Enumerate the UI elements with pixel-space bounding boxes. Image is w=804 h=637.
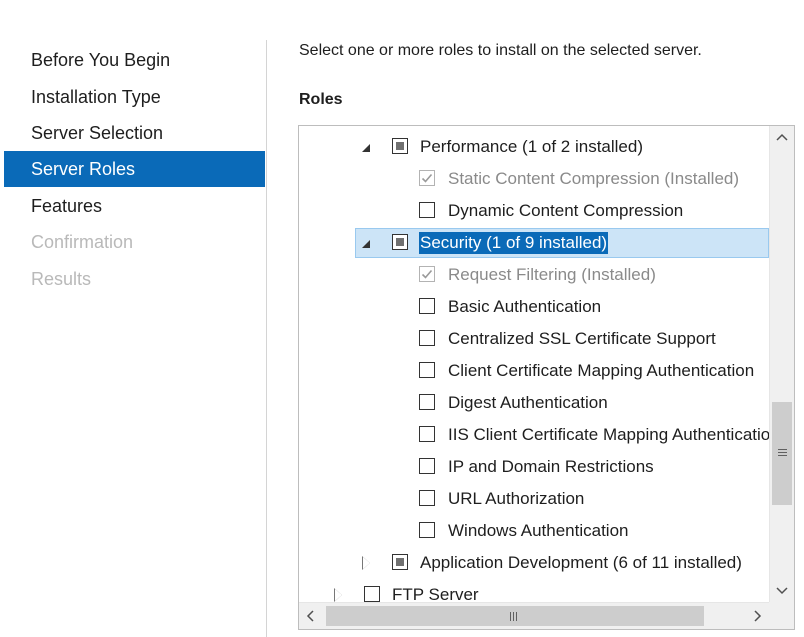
checkbox-ip-domain-restrictions[interactable] — [419, 458, 435, 474]
checkbox-client-certificate-mapping[interactable] — [419, 362, 435, 378]
tree-row-label: URL Authorization — [448, 489, 585, 508]
checkbox-windows-authentication[interactable] — [419, 522, 435, 538]
checkbox-dynamic-content-compression[interactable] — [419, 202, 435, 218]
grip-line — [778, 455, 787, 456]
tree-row-label: Centralized SSL Certificate Support — [448, 329, 716, 348]
wizard-navigation: Before You Begin Installation Type Serve… — [0, 0, 266, 637]
tree-row-label: Basic Authentication — [448, 297, 602, 316]
horizontal-scroll-thumb[interactable] — [326, 606, 704, 626]
tree-row-digest-authentication[interactable]: Digest Authentication — [299, 387, 769, 419]
expand-arrow-inner — [363, 557, 370, 569]
tree-row-centralized-ssl[interactable]: Centralized SSL Certificate Support — [299, 323, 769, 355]
roles-heading: Roles — [299, 91, 343, 108]
tree-row-label: IP and Domain Restrictions — [448, 457, 654, 476]
expand-arrow-inner — [335, 589, 342, 601]
tree-row-label: Performance (1 of 2 installed) — [420, 137, 643, 156]
roles-tree-viewport: Performance (1 of 2 installed) Static Co… — [299, 126, 769, 602]
tree-row-label: Client Certificate Mapping Authenticatio… — [448, 361, 755, 380]
instruction-text: Select one or more roles to install on t… — [299, 42, 702, 59]
tree-row-basic-authentication[interactable]: Basic Authentication — [299, 291, 769, 323]
scroll-down-button[interactable] — [770, 578, 794, 602]
chevron-up-icon — [776, 133, 788, 141]
scrollbar-corner — [769, 602, 794, 629]
checkbox-digest-authentication[interactable] — [419, 394, 435, 410]
check-icon — [421, 173, 433, 183]
nav-item-installation-type[interactable]: Installation Type — [4, 79, 265, 115]
checkbox-performance[interactable] — [392, 138, 408, 154]
tree-row-url-authorization[interactable]: URL Authorization — [299, 483, 769, 515]
tree-row-label: Request Filtering (Installed) — [448, 265, 656, 284]
scroll-left-button[interactable] — [299, 603, 323, 629]
checkbox-url-authorization[interactable] — [419, 490, 435, 506]
tree-row-ip-domain-restrictions[interactable]: IP and Domain Restrictions — [299, 451, 769, 483]
checkbox-security[interactable] — [392, 234, 408, 250]
roles-tree[interactable]: Performance (1 of 2 installed) Static Co… — [298, 125, 795, 630]
nav-item-server-roles[interactable]: Server Roles — [4, 151, 265, 187]
nav-item-features[interactable]: Features — [4, 188, 265, 224]
tree-row-dynamic-content-compression[interactable]: Dynamic Content Compression — [299, 195, 769, 227]
checkbox-static-content-compression — [419, 170, 435, 186]
tree-row-label: FTP Server — [392, 585, 479, 602]
tree-row-label: IIS Client Certificate Mapping Authentic… — [448, 425, 769, 444]
tree-row-iis-client-certificate-mapping[interactable]: IIS Client Certificate Mapping Authentic… — [299, 419, 769, 451]
chevron-left-icon — [306, 610, 314, 622]
grip-line — [778, 449, 787, 450]
vertical-scroll-thumb[interactable] — [772, 402, 792, 505]
grip-line — [778, 452, 787, 453]
tree-row-label: Windows Authentication — [448, 521, 629, 540]
horizontal-scrollbar[interactable] — [299, 602, 769, 629]
tree-row-security[interactable]: Security (1 of 9 installed) — [299, 227, 769, 259]
checkbox-basic-authentication[interactable] — [419, 298, 435, 314]
tree-row-ftp-server[interactable]: FTP Server — [299, 579, 769, 602]
tree-row-label: Dynamic Content Compression — [448, 201, 684, 220]
checkbox-centralized-ssl[interactable] — [419, 330, 435, 346]
tree-row-label: Application Development (6 of 11 install… — [420, 553, 742, 572]
nav-item-results: Results — [31, 269, 92, 289]
nav-item-before-you-begin[interactable]: Before You Begin — [4, 42, 265, 78]
check-icon — [421, 269, 433, 279]
collapse-arrow-icon[interactable] — [362, 240, 370, 248]
grip-line — [510, 612, 511, 621]
tree-row-performance[interactable]: Performance (1 of 2 installed) — [299, 131, 769, 163]
grip-line — [513, 612, 514, 621]
tree-row-static-content-compression: Static Content Compression (Installed) — [299, 163, 769, 195]
tree-row-label: Security (1 of 9 installed) — [419, 232, 609, 254]
vertical-scrollbar[interactable] — [769, 126, 794, 602]
tree-row-label: Digest Authentication — [448, 393, 608, 412]
checkbox-iis-client-certificate-mapping[interactable] — [419, 426, 435, 442]
scroll-right-button[interactable] — [745, 603, 769, 629]
chevron-down-icon — [776, 587, 788, 595]
scroll-up-button[interactable] — [770, 126, 794, 150]
tree-row-label: Static Content Compression (Installed) — [448, 169, 740, 188]
nav-item-confirmation: Confirmation — [31, 232, 134, 252]
nav-item-server-selection[interactable]: Server Selection — [4, 115, 265, 151]
grip-line — [516, 612, 517, 621]
nav-divider — [266, 40, 267, 637]
checkbox-request-filtering — [419, 266, 435, 282]
checkbox-ftp-server[interactable] — [364, 586, 380, 602]
tree-row-windows-authentication[interactable]: Windows Authentication — [299, 515, 769, 547]
checkbox-application-development[interactable] — [392, 554, 408, 570]
tree-row-client-certificate-mapping[interactable]: Client Certificate Mapping Authenticatio… — [299, 355, 769, 387]
tree-row-application-development[interactable]: Application Development (6 of 11 install… — [299, 547, 769, 579]
chevron-right-icon — [754, 610, 762, 622]
collapse-arrow-icon[interactable] — [362, 144, 370, 152]
tree-row-request-filtering: Request Filtering (Installed) — [299, 259, 769, 291]
